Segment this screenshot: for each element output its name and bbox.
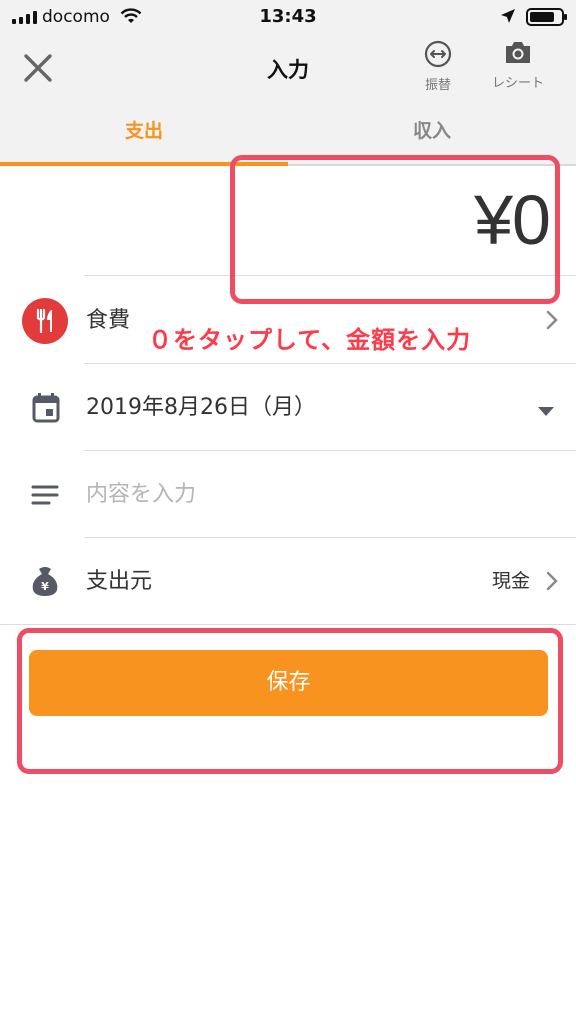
date-label: 2019年8月26日（月） xyxy=(86,395,316,420)
battery-icon xyxy=(526,8,567,26)
category-icon-wrap xyxy=(22,298,68,344)
tab-income[interactable]: 収入 xyxy=(288,100,576,166)
transfer-arrows-icon xyxy=(424,40,452,68)
header-bar: 入力 振替 レシート xyxy=(0,34,576,100)
type-tabs: 支出 収入 xyxy=(0,100,576,166)
transfer-label: 振替 xyxy=(424,78,451,93)
annotation-text: ０をタップして、金額を入力 xyxy=(148,326,472,354)
status-bar: docomo 13:43 xyxy=(0,0,576,34)
amount-field[interactable]: ¥0 xyxy=(84,166,576,276)
save-button[interactable]: 保存 xyxy=(29,650,548,716)
receipt-button[interactable]: レシート xyxy=(478,40,558,91)
source-row[interactable]: ¥ 支出元 現金 xyxy=(0,538,576,625)
chevron-right-icon xyxy=(546,310,558,334)
source-value: 現金 xyxy=(491,570,530,592)
status-time: 13:43 xyxy=(259,6,317,27)
location-arrow-icon xyxy=(500,8,516,28)
chevron-right-icon xyxy=(546,571,558,595)
fork-knife-icon xyxy=(22,298,68,344)
memo-input[interactable]: 内容を入力 xyxy=(86,451,196,538)
close-icon xyxy=(24,54,52,82)
tab-expense[interactable]: 支出 xyxy=(0,100,288,166)
memo-row[interactable]: 内容を入力 xyxy=(0,451,576,538)
money-bag-icon: ¥ xyxy=(22,559,68,605)
camera-icon xyxy=(506,42,530,63)
source-label: 支出元 xyxy=(86,569,153,594)
divider xyxy=(0,624,576,625)
close-button[interactable] xyxy=(18,48,58,88)
svg-text:¥: ¥ xyxy=(41,580,49,593)
transfer-button[interactable]: 振替 xyxy=(414,40,462,93)
tab-income-label: 収入 xyxy=(412,120,451,142)
date-row[interactable]: 2019年8月26日（月） xyxy=(0,364,576,451)
calendar-icon xyxy=(22,385,68,431)
receipt-label: レシート xyxy=(491,76,544,91)
category-label: 食費 xyxy=(86,308,131,333)
lines-icon xyxy=(22,472,68,518)
tab-expense-label: 支出 xyxy=(124,120,163,142)
amount-value: ¥0 xyxy=(474,181,551,259)
dropdown-arrow-icon xyxy=(538,402,554,421)
